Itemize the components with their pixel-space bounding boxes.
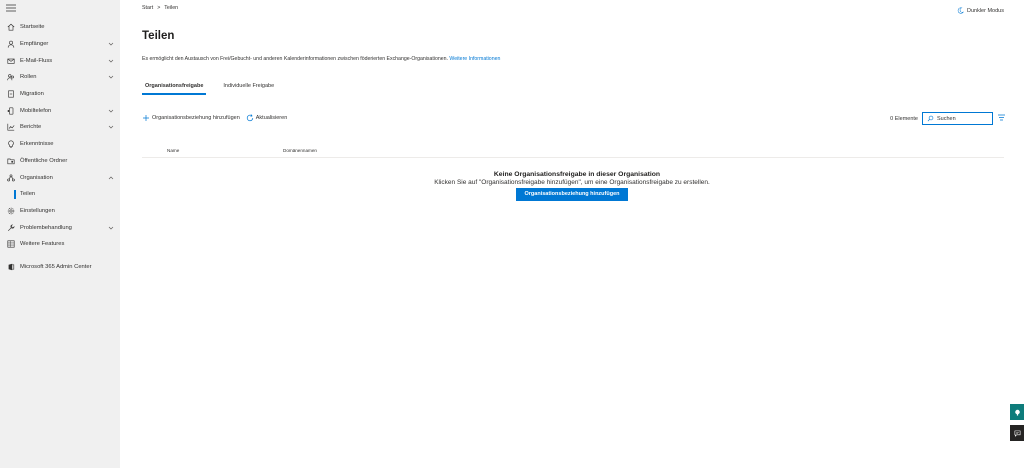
sidebar-item-admin-center[interactable]: Microsoft 365 Admin Center — [0, 259, 120, 276]
feedback-icon — [1014, 430, 1020, 437]
sidebar-item-erkenntnisse[interactable]: Erkenntnisse — [0, 136, 120, 153]
tab-individuelle-freigabe[interactable]: Individuelle Freigabe — [220, 80, 277, 95]
sidebar-nav: Startseite Empfänger E-Mail-Fluss Rollen… — [0, 19, 120, 275]
refresh-label: Aktualisieren — [255, 115, 288, 121]
page-description: Es ermöglicht den Austausch von Frei/Geb… — [142, 56, 500, 62]
sidebar-item-label: Organisation — [20, 174, 53, 181]
moon-icon — [957, 7, 964, 14]
selection-indicator — [14, 189, 16, 199]
table-header: Name Domänennamen — [142, 144, 1004, 158]
document-icon — [6, 89, 16, 99]
sidebar-item-label: Problembehandlung — [20, 224, 72, 231]
chevron-down-icon — [108, 42, 114, 46]
home-icon — [6, 22, 16, 32]
breadcrumb: Start > Teilen — [142, 5, 178, 11]
command-bar: Organisationsbeziehung hinzufügen Aktual… — [142, 114, 287, 122]
office-logo-icon — [6, 262, 16, 272]
sidebar-item-label: Berichte — [20, 124, 42, 131]
sidebar-item-mobiltelefon[interactable]: Mobiltelefon — [0, 102, 120, 119]
sidebar-item-startseite[interactable]: Startseite — [0, 19, 120, 36]
chevron-down-icon — [108, 226, 114, 230]
search-placeholder: Suchen — [937, 115, 956, 122]
breadcrumb-current: Teilen — [164, 5, 179, 11]
search-input[interactable]: Suchen — [922, 112, 993, 125]
search-icon — [927, 115, 934, 122]
column-header-name[interactable]: Name — [167, 148, 179, 153]
filter-icon[interactable] — [997, 114, 1006, 123]
main-content: Start > Teilen Dunkler Modus Teilen Es e… — [120, 0, 1024, 468]
column-header-domains[interactable]: Domänennamen — [283, 148, 317, 153]
people-icon — [6, 72, 16, 82]
tab-organisationsfreigabe[interactable]: Organisationsfreigabe — [142, 80, 207, 95]
chevron-down-icon — [108, 109, 114, 113]
sidebar-item-einstellungen[interactable]: Einstellungen — [0, 203, 120, 220]
empty-state-title: Keine Organisationsfreigabe in dieser Or… — [493, 171, 661, 178]
sidebar-item-label: Weitere Features — [20, 241, 65, 248]
sidebar-item-label: Migration — [20, 91, 44, 98]
chart-icon — [6, 122, 16, 132]
person-icon — [6, 39, 16, 49]
folder-icon — [6, 156, 16, 166]
dark-mode-label: Dunkler Modus — [967, 7, 1004, 14]
sidebar-item-label: Teilen — [20, 191, 36, 198]
sidebar-item-rollen[interactable]: Rollen — [0, 69, 120, 86]
sidebar-item-teilen[interactable]: Teilen — [0, 186, 120, 203]
sidebar: Startseite Empfänger E-Mail-Fluss Rollen… — [0, 0, 120, 468]
sidebar-item-berichte[interactable]: Berichte — [0, 119, 120, 136]
sidebar-item-oeffentliche-ordner[interactable]: Öffentliche Ordner — [0, 153, 120, 170]
refresh-button[interactable]: Aktualisieren — [246, 114, 288, 122]
tab-bar: Organisationsfreigabe Individuelle Freig… — [142, 80, 277, 95]
page-title: Teilen — [142, 30, 175, 42]
plus-icon — [143, 115, 149, 121]
mobile-icon — [6, 106, 16, 116]
chevron-down-icon — [108, 126, 114, 129]
sidebar-item-label: Erkenntnisse — [20, 141, 54, 148]
command-bar-right: 0 Elemente Suchen — [890, 112, 1006, 125]
sidebar-item-email-flow[interactable]: E-Mail-Fluss — [0, 52, 120, 69]
sidebar-item-label: Einstellungen — [20, 207, 55, 214]
empty-state: Keine Organisationsfreigabe in dieser Or… — [120, 171, 1024, 201]
chevron-down-icon — [108, 59, 114, 63]
sidebar-item-problembehandlung[interactable]: Problembehandlung — [0, 219, 120, 236]
add-relationship-button[interactable]: Organisationsbeziehung hinzufügen — [142, 114, 240, 122]
empty-state-subtitle: Klicken Sie auf "Organisationsfreigabe h… — [434, 179, 710, 186]
breadcrumb-separator-icon: > — [157, 5, 161, 11]
help-float-button[interactable] — [1010, 404, 1024, 420]
sidebar-item-label: Startseite — [20, 24, 45, 31]
description-text: Es ermöglicht den Austausch von Frei/Geb… — [142, 56, 448, 62]
sidebar-item-label: Microsoft 365 Admin Center — [20, 263, 92, 270]
sidebar-item-weitere-features[interactable]: Weitere Features — [0, 236, 120, 253]
sidebar-item-label: Mobiltelefon — [20, 107, 52, 114]
wrench-icon — [6, 223, 16, 233]
item-count: 0 Elemente — [890, 115, 918, 122]
add-relationship-cta-button[interactable]: Organisationsbeziehung hinzufügen — [516, 188, 628, 201]
add-relationship-label: Organisationsbeziehung hinzufügen — [152, 115, 240, 121]
refresh-icon — [246, 114, 253, 122]
gear-icon — [6, 206, 16, 216]
sidebar-item-migration[interactable]: Migration — [0, 86, 120, 103]
more-info-link[interactable]: Weitere Informationen — [449, 56, 500, 62]
org-icon — [6, 173, 16, 183]
feedback-float-button[interactable] — [1010, 425, 1024, 441]
sidebar-item-organisation[interactable]: Organisation — [0, 169, 120, 186]
help-icon — [1014, 409, 1020, 416]
chevron-down-icon — [108, 76, 114, 79]
sidebar-item-label: E-Mail-Fluss — [20, 57, 53, 64]
sidebar-item-label: Rollen — [20, 74, 37, 81]
grid-icon — [6, 239, 16, 249]
lightbulb-icon — [6, 139, 16, 149]
mail-icon — [6, 56, 16, 66]
sidebar-item-empfaenger[interactable]: Empfänger — [0, 36, 120, 53]
hamburger-menu-icon[interactable] — [6, 4, 16, 12]
chevron-up-icon — [108, 176, 114, 179]
sidebar-item-label: Empfänger — [20, 41, 49, 48]
dark-mode-toggle[interactable]: Dunkler Modus — [957, 7, 1004, 14]
breadcrumb-start[interactable]: Start — [142, 5, 153, 11]
sidebar-item-label: Öffentliche Ordner — [20, 157, 68, 164]
